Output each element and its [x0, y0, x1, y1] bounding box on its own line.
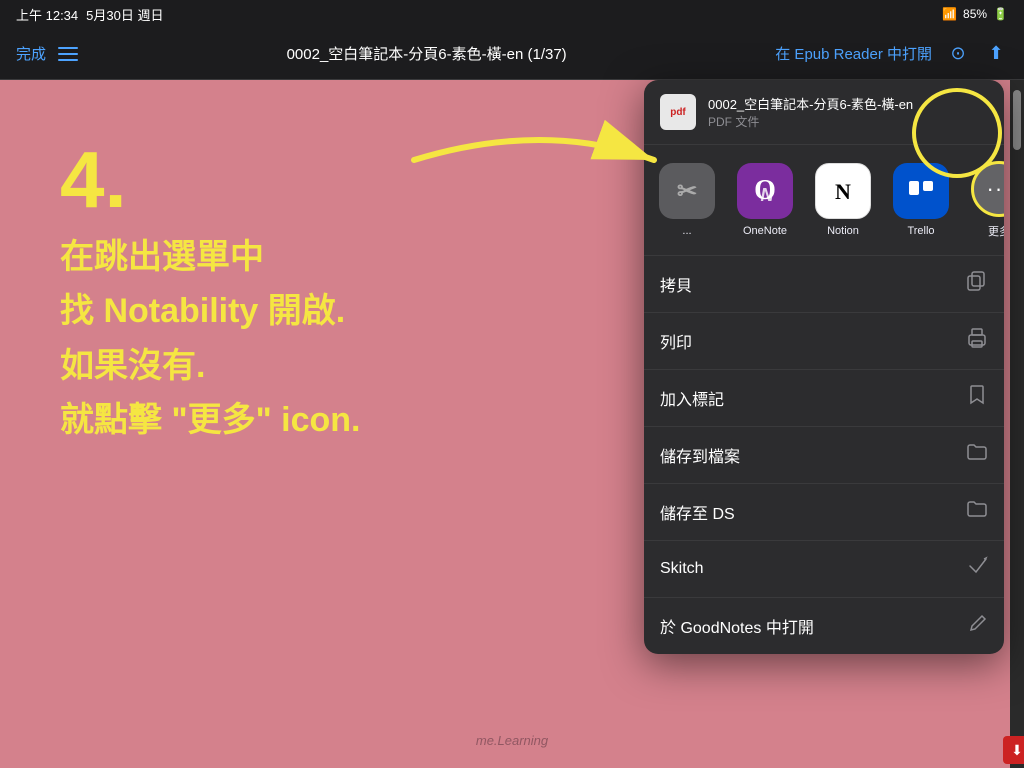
trello-label: Trello [907, 225, 934, 237]
popup-header: pdf 0002_空白筆記本-分頁6-素色-橫-en PDF 文件 [644, 80, 1004, 145]
more-icon[interactable]: ··· [971, 161, 1004, 217]
menu-item-copy[interactable]: 拷貝 [644, 256, 1004, 313]
bookmark-icon [966, 384, 988, 412]
popup-header-text: 0002_空白筆記本-分頁6-素色-橫-en PDF 文件 [708, 94, 988, 130]
folder-icon [966, 441, 988, 469]
folder-ds-icon [966, 498, 988, 526]
step-number: 4. [60, 140, 360, 220]
menu-item-goodnotes[interactable]: 於 GoodNotes 中打開 [644, 598, 1004, 654]
notion-label: Notion [827, 225, 859, 237]
pdf-icon: pdf [660, 94, 696, 130]
app-icon-item-trello[interactable]: Trello [886, 163, 956, 237]
scrollbar-thumb[interactable] [1013, 90, 1021, 150]
done-button[interactable]: 完成 [16, 43, 46, 64]
app-icon-item-partial[interactable]: ✂ ... [652, 163, 722, 237]
open-in-button[interactable]: 在 Epub Reader 中打開 [775, 43, 932, 64]
trello-icon [893, 163, 949, 219]
menu-icon[interactable] [58, 47, 78, 61]
menu-items: 拷貝 列印 加入標記 [644, 256, 1004, 654]
partial-app-label: ... [682, 225, 691, 237]
app-icon-item-more[interactable]: ··· 更多 [964, 161, 1004, 239]
status-bar: 上午 12:34 5月30日 週日 📶 85% 🔋 [0, 0, 1024, 28]
date-display: 5月30日 週日 [86, 5, 163, 24]
goodnotes-icon [966, 612, 988, 640]
status-bar-right: 📶 85% 🔋 [942, 7, 1008, 21]
notion-icon: N [815, 163, 871, 219]
skitch-icon [966, 555, 988, 583]
text-line-4: 就點擊 "更多" icon. [60, 393, 360, 447]
popup-filename: 0002_空白筆記本-分頁6-素色-橫-en [708, 94, 988, 113]
more-label: 更多 [988, 223, 1004, 239]
onenote-label: OneNote [743, 225, 787, 237]
navigation-bar: 完成 0002_空白筆記本-分頁6-素色-橫-en (1/37) 在 Epub … [0, 28, 1024, 80]
nav-title: 0002_空白筆記本-分頁6-素色-橫-en (1/37) [78, 43, 775, 64]
popup-filetype: PDF 文件 [708, 113, 988, 130]
wifi-icon: 📶 [942, 7, 957, 21]
menu-item-bookmark[interactable]: 加入標記 [644, 370, 1004, 427]
copy-icon [966, 270, 988, 298]
person-icon[interactable]: ⊙ [946, 42, 970, 66]
menu-item-save-ds[interactable]: 儲存至 DS [644, 484, 1004, 541]
nav-right: 在 Epub Reader 中打開 ⊙ ⬆ [775, 42, 1008, 66]
scroll-end-button[interactable]: ⬇ [1003, 736, 1024, 764]
instruction-text: 在跳出選單中 找 Notability 開啟. 如果沒有. 就點擊 "更多" i… [60, 230, 360, 448]
onenote-icon: O N [737, 163, 793, 219]
app-icon-item-onenote[interactable]: O N OneNote [730, 163, 800, 237]
text-line-2: 找 Notability 開啟. [60, 284, 360, 338]
app-icons-row: ✂ ... O N OneNote N Notion [644, 145, 1004, 256]
status-bar-left: 上午 12:34 5月30日 週日 [16, 5, 163, 24]
handwritten-content: 4. 在跳出選單中 找 Notability 開啟. 如果沒有. 就點擊 "更多… [60, 140, 360, 448]
time-display: 上午 12:34 [16, 5, 78, 24]
nav-left: 完成 [16, 43, 78, 64]
menu-item-save-file[interactable]: 儲存到檔案 [644, 427, 1004, 484]
watermark: me.Learning [476, 733, 548, 748]
menu-item-print[interactable]: 列印 [644, 313, 1004, 370]
battery-icon: 🔋 [993, 7, 1008, 21]
text-line-1: 在跳出選單中 [60, 230, 360, 284]
text-line-3: 如果沒有. [60, 339, 360, 393]
scrollbar[interactable]: ⬇ [1010, 80, 1024, 768]
share-popup: pdf 0002_空白筆記本-分頁6-素色-橫-en PDF 文件 ✂ ... … [644, 80, 1004, 654]
menu-item-skitch[interactable]: Skitch [644, 541, 1004, 598]
app-icon-item-notion[interactable]: N Notion [808, 163, 878, 237]
print-icon [966, 327, 988, 355]
battery-display: 85% [963, 7, 987, 21]
share-icon[interactable]: ⬆ [984, 42, 1008, 66]
svg-text:N: N [835, 179, 851, 204]
